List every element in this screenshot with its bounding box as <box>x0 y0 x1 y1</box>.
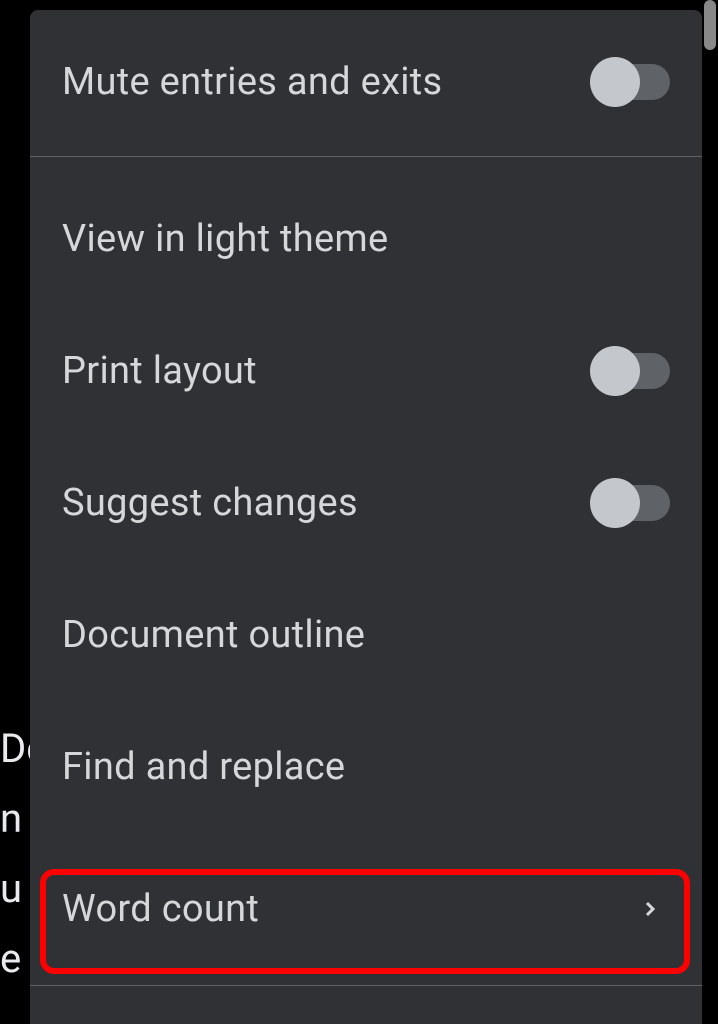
toggle-print-layout[interactable] <box>592 353 670 389</box>
menu-item-label: View in light theme <box>62 217 389 261</box>
menu-item-label: Document outline <box>62 613 365 657</box>
bg-char: n <box>0 795 22 842</box>
menu-item-word-count[interactable]: Word count <box>30 833 702 985</box>
menu-item-light-theme[interactable]: View in light theme <box>30 157 702 305</box>
background-document: Dc n u e <box>0 0 30 1024</box>
menu-item-find-replace[interactable]: Find and replace <box>30 701 702 833</box>
bg-char: u <box>0 865 22 912</box>
toggle-suggest-changes[interactable] <box>592 485 670 521</box>
menu-item-suggest-changes[interactable]: Suggest changes <box>30 437 702 569</box>
menu-item-label: Suggest changes <box>62 481 358 525</box>
menu-item-document-outline[interactable]: Document outline <box>30 569 702 701</box>
toggle-mute-entries[interactable] <box>592 64 670 100</box>
overflow-menu: Mute entries and exits View in light the… <box>30 10 702 1024</box>
chevron-right-icon <box>638 897 662 921</box>
menu-item-label: Word count <box>62 887 259 931</box>
bg-char: e <box>0 935 21 982</box>
scrollbar[interactable] <box>704 0 716 50</box>
menu-item-label: Print layout <box>62 349 257 393</box>
toggle-thumb <box>590 478 640 528</box>
menu-item-label: Find and replace <box>62 745 345 789</box>
menu-item-label: Mute entries and exits <box>62 60 442 104</box>
menu-item-print-layout[interactable]: Print layout <box>30 305 702 437</box>
toggle-thumb <box>590 346 640 396</box>
toggle-thumb <box>590 57 640 107</box>
menu-item-mute-entries[interactable]: Mute entries and exits <box>30 10 702 156</box>
divider <box>30 985 702 986</box>
